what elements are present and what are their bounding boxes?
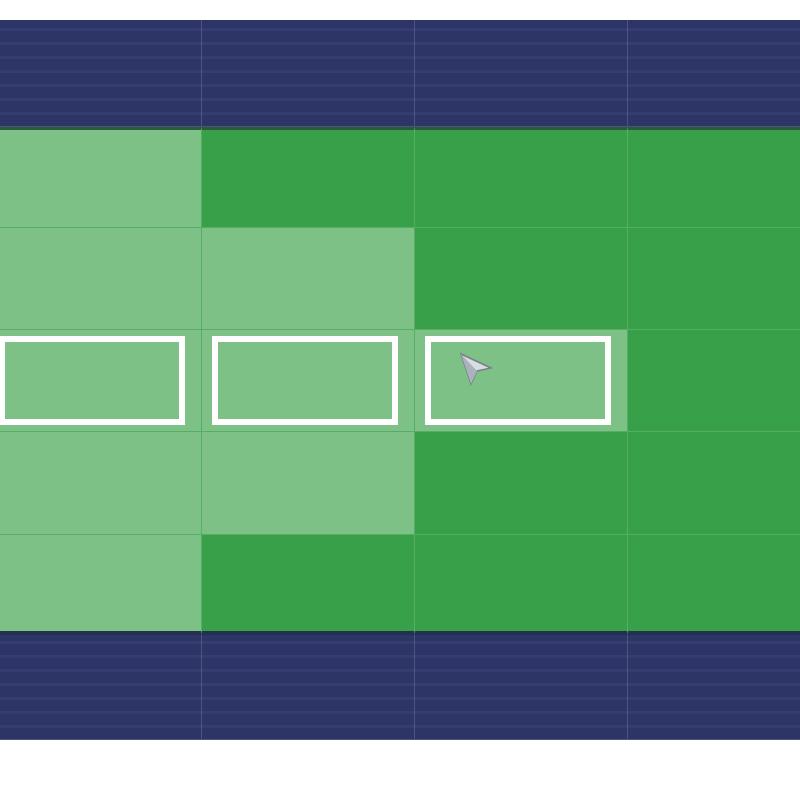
- grass-tile[interactable]: [628, 127, 800, 228]
- grass-tile[interactable]: [628, 535, 800, 635]
- range-highlight: [202, 130, 414, 227]
- range-highlight: [202, 228, 414, 329]
- range-highlight: [0, 228, 201, 329]
- grass-tile[interactable]: [202, 432, 415, 535]
- range-highlight: [415, 535, 627, 631]
- range-highlight: [202, 635, 414, 739]
- grass-tile[interactable]: [0, 127, 202, 228]
- selection-box: [0, 336, 185, 425]
- range-highlight: [628, 228, 800, 329]
- water-tile[interactable]: [202, 20, 415, 127]
- range-highlight: [0, 535, 201, 631]
- range-highlight: [415, 130, 627, 227]
- range-highlight: [628, 130, 800, 227]
- grass-tile[interactable]: [202, 228, 415, 330]
- tile-grid: [0, 20, 800, 740]
- range-highlight: [202, 432, 414, 534]
- range-highlight: [415, 228, 627, 329]
- range-highlight: [202, 535, 414, 631]
- water-tile[interactable]: [415, 20, 628, 127]
- grass-tile[interactable]: [0, 228, 202, 330]
- range-highlight: [628, 635, 800, 739]
- grass-tile[interactable]: [415, 228, 628, 330]
- grass-tile[interactable]: [415, 432, 628, 535]
- water-tile[interactable]: [202, 635, 415, 740]
- grass-tile[interactable]: [0, 535, 202, 635]
- grass-tile[interactable]: [415, 127, 628, 228]
- water-tile[interactable]: [628, 635, 800, 740]
- range-highlight: [202, 330, 414, 431]
- water-tile[interactable]: [0, 635, 202, 740]
- water-tile[interactable]: [415, 635, 628, 740]
- range-highlight: [0, 130, 201, 227]
- range-highlight: [415, 330, 627, 431]
- grass-tile[interactable]: [415, 535, 628, 635]
- grass-tile[interactable]: [628, 330, 800, 432]
- grass-tile[interactable]: [628, 432, 800, 535]
- range-highlight: [0, 330, 201, 431]
- game-screen: [0, 0, 800, 800]
- range-highlight: [202, 20, 414, 126]
- range-highlight: [415, 432, 627, 534]
- range-highlight: [415, 20, 627, 126]
- range-highlight: [0, 20, 201, 126]
- grass-tile[interactable]: [0, 330, 202, 432]
- range-highlight: [0, 635, 201, 739]
- grass-tile[interactable]: [628, 228, 800, 330]
- range-highlight: [628, 330, 800, 431]
- map-viewport: [0, 20, 800, 740]
- range-highlight: [0, 432, 201, 534]
- selection-box: [212, 336, 398, 425]
- range-highlight: [628, 20, 800, 126]
- range-highlight: [628, 432, 800, 534]
- range-highlight: [628, 535, 800, 631]
- grass-tile[interactable]: [202, 535, 415, 635]
- range-highlight: [415, 635, 627, 739]
- pointer-cursor-icon: [459, 352, 493, 386]
- water-tile[interactable]: [0, 20, 202, 127]
- selection-box: [425, 336, 611, 425]
- grass-tile[interactable]: [202, 330, 415, 432]
- water-tile[interactable]: [628, 20, 800, 127]
- grass-tile[interactable]: [415, 330, 628, 432]
- grass-tile[interactable]: [0, 432, 202, 535]
- grass-tile[interactable]: [202, 127, 415, 228]
